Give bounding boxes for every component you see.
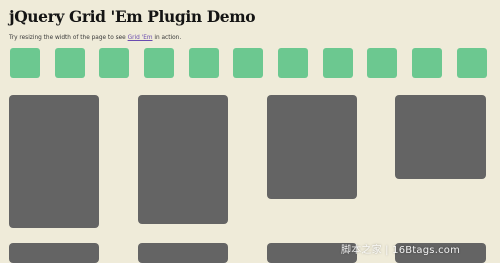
intro-prefix: Try resizing the width of the page to se… bbox=[9, 35, 128, 41]
watermark: 脚本之家 | 16Btags.com bbox=[341, 245, 461, 256]
green-tile bbox=[10, 48, 40, 78]
gray-panel bbox=[9, 243, 99, 263]
green-tile bbox=[99, 48, 129, 78]
grid-em-link[interactable]: Grid 'Em bbox=[128, 35, 153, 41]
green-tile bbox=[189, 48, 219, 78]
intro-suffix: in action. bbox=[152, 35, 182, 41]
green-tile bbox=[412, 48, 442, 78]
green-tile bbox=[367, 48, 397, 78]
gray-panel bbox=[395, 95, 486, 179]
green-tile bbox=[233, 48, 263, 78]
green-tile bbox=[323, 48, 353, 78]
green-tile bbox=[144, 48, 174, 78]
green-tile bbox=[55, 48, 85, 78]
green-tile bbox=[457, 48, 487, 78]
page-title: jQuery Grid 'Em Plugin Demo bbox=[9, 7, 256, 26]
gray-panel bbox=[267, 95, 357, 199]
gray-panel bbox=[9, 95, 99, 228]
intro-text: Try resizing the width of the page to se… bbox=[9, 35, 181, 41]
gray-panel bbox=[138, 95, 228, 224]
gray-panel bbox=[138, 243, 228, 263]
green-tile bbox=[278, 48, 308, 78]
